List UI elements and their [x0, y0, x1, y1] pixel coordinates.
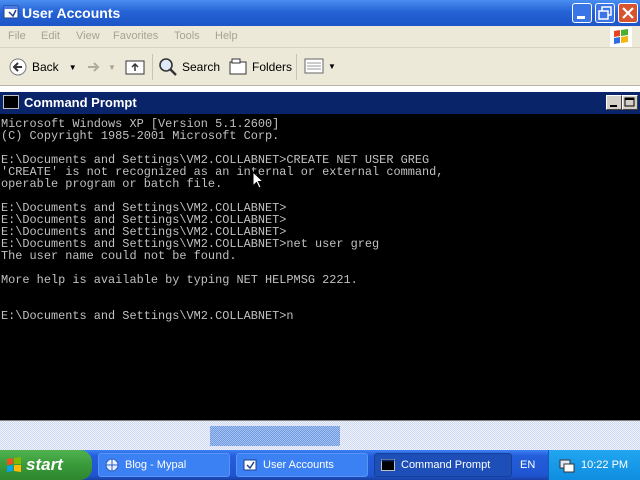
task-user-accounts[interactable]: User Accounts — [236, 453, 368, 477]
back-dropdown-icon[interactable]: ▼ — [69, 63, 77, 72]
views-dropdown-icon[interactable]: ▼ — [328, 62, 336, 71]
browser-icon — [105, 458, 119, 472]
explorer-window-title: User Accounts — [22, 5, 121, 21]
up-folder-icon — [125, 60, 145, 75]
windows-flag-icon — [610, 27, 632, 47]
back-button[interactable]: Back ▼ — [8, 57, 77, 77]
network-icon[interactable] — [559, 457, 575, 473]
close-icon — [622, 7, 634, 19]
folders-button[interactable]: Folders — [228, 57, 292, 77]
task-label: User Accounts — [263, 459, 334, 471]
folders-icon — [229, 58, 247, 75]
minimize-icon — [610, 105, 617, 107]
explorer-menubar: File Edit View Favorites Tools Help — [0, 26, 640, 48]
back-button-label: Back — [32, 60, 59, 74]
views-icon — [304, 58, 324, 74]
minimize-icon — [577, 16, 585, 19]
back-arrow-icon — [9, 58, 27, 76]
task-blog-mypal[interactable]: Blog - Mypal — [98, 453, 230, 477]
console-line: The user name could not be found. — [1, 249, 237, 263]
menu-file[interactable]: File — [8, 30, 26, 42]
views-button[interactable]: ▼ — [304, 57, 336, 75]
start-label: start — [26, 455, 63, 474]
window-icon — [3, 5, 19, 19]
search-button[interactable]: Search — [158, 57, 220, 77]
mouse-cursor-icon — [252, 171, 264, 189]
language-indicator[interactable]: EN — [520, 459, 535, 471]
system-tray: 10:22 PM — [548, 450, 640, 480]
menu-tools[interactable]: Tools — [174, 30, 200, 42]
cmd-icon — [3, 95, 19, 109]
console-line: (C) Copyright 1985-2001 Microsoft Corp. — [1, 129, 280, 143]
toolbar-separator — [296, 54, 297, 80]
cmd-maximize-button[interactable] — [622, 95, 638, 110]
user-accounts-icon — [243, 459, 257, 471]
maximize-icon — [624, 97, 635, 107]
clock[interactable]: 10:22 PM — [581, 459, 628, 471]
search-button-label: Search — [182, 60, 221, 74]
minimize-button[interactable] — [572, 3, 592, 23]
console-line: More help is available by typing NET HEL… — [1, 273, 358, 287]
console-output-area[interactable]: Microsoft Windows XP [Version 5.1.2600] … — [0, 114, 640, 420]
up-folder-button[interactable] — [124, 57, 146, 77]
forward-button[interactable]: ▼ — [84, 57, 116, 77]
taskbar: start Blog - Mypal User Accounts Command… — [0, 450, 640, 480]
explorer-toolbar: Back ▼ ▼ Search Folders ▼ — [0, 48, 640, 86]
cmd-icon — [381, 459, 395, 471]
task-label: Blog - Mypal — [125, 459, 187, 471]
horizontal-scrollbar[interactable] — [0, 420, 640, 450]
console-line: E:\Documents and Settings\VM2.COLLABNET>… — [1, 309, 294, 323]
windows-logo-icon — [7, 457, 21, 472]
console-text: Microsoft Windows XP [Version 5.1.2600] … — [0, 114, 640, 322]
cmd-window-title: Command Prompt — [24, 95, 137, 110]
menu-help[interactable]: Help — [215, 30, 238, 42]
restore-icon — [598, 6, 612, 20]
task-label: Command Prompt — [401, 459, 491, 471]
menu-favorites[interactable]: Favorites — [113, 30, 158, 42]
task-command-prompt[interactable]: Command Prompt — [374, 453, 512, 477]
maximize-button[interactable] — [595, 3, 615, 23]
cmd-titlebar[interactable]: Command Prompt — [0, 92, 640, 114]
menu-view[interactable]: View — [76, 30, 100, 42]
toolbar-separator — [152, 54, 153, 80]
explorer-titlebar[interactable]: User Accounts — [0, 0, 640, 26]
menu-edit[interactable]: Edit — [41, 30, 60, 42]
folders-button-label: Folders — [252, 60, 293, 74]
forward-dropdown-icon[interactable]: ▼ — [108, 63, 116, 72]
search-icon — [159, 58, 177, 76]
console-line: operable program or batch file. — [1, 177, 223, 191]
forward-arrow-icon — [88, 62, 100, 72]
cmd-minimize-button[interactable] — [606, 95, 622, 110]
start-button[interactable]: start — [0, 450, 92, 480]
scrollbar-thumb[interactable] — [210, 426, 340, 446]
close-button[interactable] — [618, 3, 638, 23]
